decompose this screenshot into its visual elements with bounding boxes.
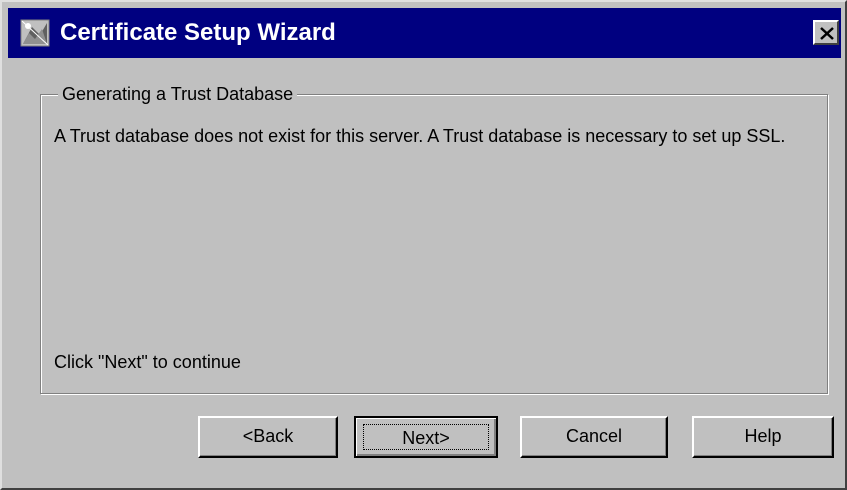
wizard-dialog: Certificate Setup Wizard Generating a Tr…: [0, 0, 847, 490]
next-button[interactable]: Next>: [354, 416, 498, 458]
help-button[interactable]: Help: [692, 416, 834, 458]
groupbox-title: Generating a Trust Database: [58, 82, 298, 106]
close-icon: [820, 27, 834, 40]
certificate-wizard-icon: [20, 19, 50, 47]
description-text: A Trust database does not exist for this…: [54, 126, 786, 146]
title-bar[interactable]: Certificate Setup Wizard: [8, 8, 841, 58]
next-button-label: Next>: [363, 424, 489, 450]
continue-instruction: Click "Next" to continue: [54, 352, 241, 372]
close-button[interactable]: [813, 20, 839, 45]
cancel-button[interactable]: Cancel: [520, 416, 668, 458]
back-button[interactable]: <Back: [198, 416, 338, 458]
dialog-title: Certificate Setup Wizard: [60, 19, 336, 46]
